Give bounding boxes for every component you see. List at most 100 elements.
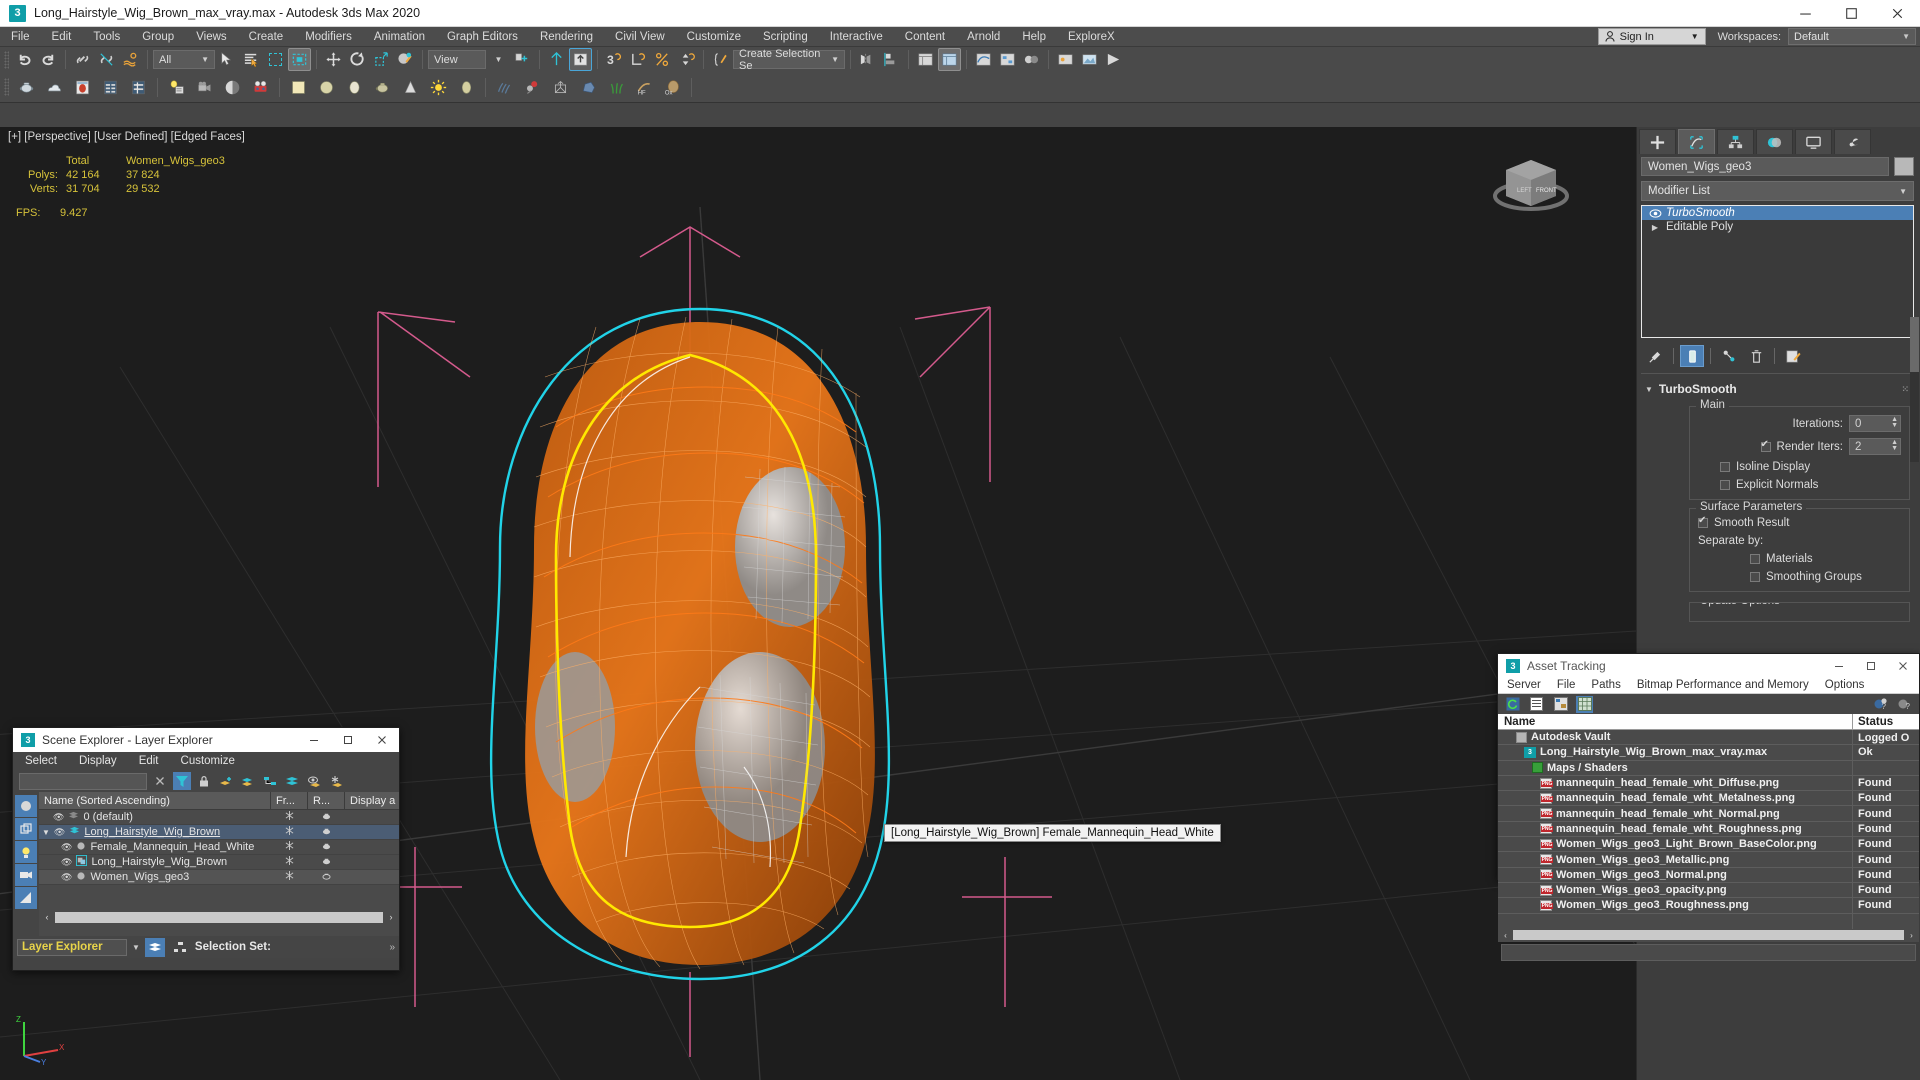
snaps-toggle-button[interactable] [569, 48, 592, 71]
menu-edit[interactable]: Edit [41, 27, 83, 47]
render-cell[interactable] [308, 841, 345, 853]
hierarchy-tab[interactable] [1717, 129, 1754, 154]
menu-animation[interactable]: Animation [363, 27, 436, 47]
eye-icon[interactable] [1644, 208, 1666, 218]
select-and-move-button[interactable] [322, 48, 345, 71]
particle-system-button[interactable] [519, 74, 546, 101]
selection-filter-combo[interactable]: All ▼ [153, 50, 215, 69]
hierarchy-view-toggle[interactable] [170, 938, 190, 957]
table-row[interactable]: Women_Wigs_geo3_Light_Brown_BaseColor.pn… [1498, 836, 1919, 853]
use-pivot-point-center-button[interactable] [511, 48, 534, 71]
snaps-toggle-3d-button[interactable]: 3 [603, 48, 626, 71]
ox-hair-button[interactable]: Ox [659, 74, 686, 101]
workspaces-select[interactable]: Default ▼ [1788, 28, 1916, 45]
refresh-icon[interactable] [1504, 696, 1521, 713]
explicit-normals-checkbox[interactable] [1720, 480, 1730, 490]
reference-coordinate-dropdown[interactable]: ▼ [487, 48, 510, 71]
asset-tracking-horizontal-scrollbar[interactable]: ‹ › [1498, 928, 1919, 942]
materials-checkbox[interactable] [1750, 554, 1760, 564]
material-editor-button[interactable] [1020, 48, 1043, 71]
table-row[interactable]: ▼ 👁 Long_Hairstyle_Wig_Brown [39, 825, 399, 840]
rectangular-selection-region-button[interactable] [264, 48, 287, 71]
add-vault-icon[interactable]: ? [1872, 696, 1889, 713]
angle-snap-toggle-button[interactable] [627, 48, 650, 71]
dependency-view-icon[interactable] [1552, 696, 1569, 713]
spinner-arrows-icon[interactable]: ▲ ▼ [1891, 416, 1898, 429]
select-by-name-button[interactable] [240, 48, 263, 71]
toggle-layer-explorer-button[interactable] [938, 48, 961, 71]
reference-coordinate-system-combo[interactable]: View [428, 50, 486, 69]
teapot-primitive-button[interactable] [13, 74, 40, 101]
menu-group[interactable]: Group [131, 27, 185, 47]
table-row[interactable]: 👁 Long_Hairstyle_Wig_Brown [39, 855, 399, 870]
scroll-right-icon[interactable]: › [1906, 931, 1917, 940]
maximize-icon[interactable] [1855, 654, 1887, 677]
column-render[interactable]: R... [308, 791, 345, 810]
table-row[interactable]: Women_Wigs_geo3_Normal.png Found [1498, 867, 1919, 883]
table-row[interactable]: mannequin_head_female_wht_Metalness.png … [1498, 790, 1919, 807]
toggle-scene-explorer-button[interactable] [914, 48, 937, 71]
clear-search-icon[interactable] [151, 772, 169, 790]
render-production-button[interactable] [1102, 48, 1125, 71]
eye-icon[interactable]: 👁 [54, 827, 65, 838]
hair-farm-button[interactable]: HF [631, 74, 658, 101]
scroll-left-icon[interactable]: ‹ [1500, 931, 1511, 940]
rendered-frame-window-button[interactable] [1078, 48, 1101, 71]
column-display-as[interactable]: Display a [345, 792, 399, 810]
select-and-rotate-button[interactable] [346, 48, 369, 71]
cylinder-material-preview-button[interactable] [341, 74, 368, 101]
undo-button[interactable] [13, 48, 36, 71]
viewcube[interactable]: LEFT FRONT [1486, 152, 1576, 222]
toolbar-grip[interactable] [4, 50, 9, 69]
frozen-cell[interactable] [271, 811, 308, 823]
minimize-icon[interactable] [297, 728, 331, 752]
close-icon[interactable] [1887, 654, 1919, 677]
explorer-mode-combo[interactable]: Layer Explorer [17, 938, 127, 956]
frozen-cell[interactable] [271, 826, 308, 838]
layer-view-toggle[interactable] [144, 937, 165, 957]
render-iters-spinner[interactable]: 2 ▲ ▼ [1849, 438, 1901, 455]
redo-button[interactable] [37, 48, 60, 71]
select-object-button[interactable] [216, 48, 239, 71]
pin-stack-button[interactable] [1643, 345, 1667, 367]
as-menu-options[interactable]: Options [1825, 679, 1865, 691]
material-slot-button[interactable] [69, 74, 96, 101]
minimize-icon[interactable] [1782, 0, 1828, 27]
camera-button[interactable] [191, 74, 218, 101]
utilities-tab[interactable] [1834, 129, 1871, 154]
scene-explorer-horizontal-scrollbar[interactable]: ‹ › [39, 910, 399, 924]
menu-create[interactable]: Create [238, 27, 295, 47]
modifier-stack-item-editable-poly[interactable]: ▶ Editable Poly [1642, 220, 1913, 234]
named-selection-sets-combo[interactable]: Create Selection Se ▼ [733, 48, 845, 72]
rollout-header[interactable]: ▼ TurboSmooth ⁙ [1641, 380, 1916, 398]
expand-arrow-icon[interactable]: ▼ [42, 828, 50, 837]
table-row[interactable]: Autodesk Vault Logged O [1498, 729, 1919, 746]
sphere-material-preview-button[interactable] [313, 74, 340, 101]
menu-views[interactable]: Views [185, 27, 237, 47]
table-row[interactable]: Women_Wigs_geo3_Metallic.png Found [1498, 851, 1919, 868]
window-crossing-toggle-button[interactable] [288, 48, 311, 71]
eye-icon[interactable]: 👁 [61, 872, 72, 883]
menu-help[interactable]: Help [1011, 27, 1057, 47]
sign-in-button[interactable]: Sign In ▼ [1597, 28, 1706, 45]
layers-stack-icon[interactable] [283, 772, 301, 790]
table-row[interactable]: mannequin_head_female_wht_Normal.png Fou… [1498, 805, 1919, 822]
lighting-analysis-button[interactable] [219, 74, 246, 101]
as-menu-paths[interactable]: Paths [1591, 679, 1620, 691]
scrollbar-thumb[interactable] [55, 911, 383, 923]
scroll-right-icon[interactable]: › [385, 912, 397, 922]
create-tab[interactable] [1639, 129, 1676, 154]
search-input[interactable] [19, 772, 147, 790]
spinner-arrows-icon[interactable]: ▲ ▼ [1891, 439, 1898, 452]
se-menu-display[interactable]: Display [79, 755, 117, 767]
table-row[interactable]: 3 Long_Hairstyle_Wig_Brown_max_vray.max O… [1498, 744, 1919, 761]
unlink-selection-button[interactable] [95, 48, 118, 71]
egg-material-preview-button[interactable] [453, 74, 480, 101]
table-row[interactable]: Women_Wigs_geo3_Roughness.png Found [1498, 897, 1919, 914]
align-button[interactable] [880, 48, 903, 71]
viewport-label[interactable]: [+] [Perspective] [User Defined] [Edged … [8, 131, 245, 143]
track-view-button[interactable] [97, 74, 124, 101]
modifier-list-dropdown[interactable]: Modifier List ▼ [1641, 181, 1914, 201]
as-menu-bitmap-performance[interactable]: Bitmap Performance and Memory [1637, 679, 1809, 691]
render-cell[interactable] [308, 826, 345, 838]
